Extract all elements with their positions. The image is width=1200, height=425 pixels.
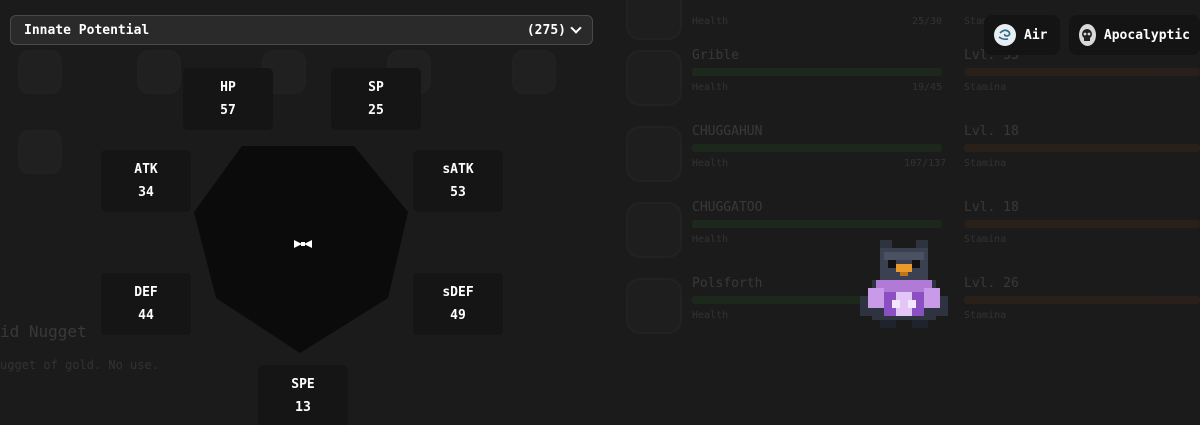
stat-value: 34 [138,185,154,200]
stamina-bar [964,144,1200,152]
skull-icon [1079,24,1096,46]
stat-atk: ATK 34 [101,150,191,212]
stat-value: 13 [295,400,311,415]
health-bar [692,144,942,152]
air-swirl-icon [994,24,1016,46]
type-label: Air [1024,27,1048,43]
health-label: Health [692,310,729,321]
party-name: Polsforth [692,276,763,291]
party-name: Grible [692,48,739,63]
party-avatar [626,202,682,258]
stat-label: SP [368,80,384,95]
radar-shape [194,146,408,353]
health-label: Health [692,158,729,169]
health-bar [692,220,942,228]
stat-label: sDEF [442,285,474,300]
party-row: CHUGGAHUN Lvl. 18 Health 107/137 Stamina [622,120,1200,190]
type-label: Apocalyptic [1103,27,1190,43]
stat-satk: sATK 53 [413,150,503,212]
type-badge-apocalyptic[interactable]: Apocalyptic [1069,15,1200,55]
stat-spe: SPE 13 [258,365,348,425]
stat-sdef: sDEF 49 [413,273,503,335]
stamina-label: Stamina [964,82,1007,93]
party-avatar [626,0,682,40]
party-name: CHUGGAHUN [692,124,763,139]
type-badge-air[interactable]: Air [984,15,1060,55]
stat-label: HP [220,80,236,95]
health-value: 19/45 [912,82,943,93]
stamina-label: Stamina [964,158,1007,169]
party-name: CHUGGATOO [692,200,763,215]
party-level: Lvl. 26 [964,276,1019,291]
party-avatar [626,50,682,106]
stat-radar-chart [194,146,408,353]
party-level: Lvl. 18 [964,124,1019,139]
stat-value: 53 [450,185,466,200]
health-value: 25/30 [912,16,943,27]
stat-value: 44 [138,308,154,323]
stamina-bar [964,220,1200,228]
party-avatar [626,278,682,334]
stat-label: SPE [291,377,315,392]
stat-value: 49 [450,308,466,323]
stat-value: 57 [220,103,236,118]
health-bar [692,68,942,76]
stamina-bar [964,296,1200,304]
health-label: Health [692,82,729,93]
party-level: Lvl. 18 [964,200,1019,215]
health-value: 107/137 [904,158,947,169]
stat-value: 25 [368,103,384,118]
party-avatar [626,126,682,182]
stat-label: DEF [134,285,158,300]
stamina-bar [964,68,1200,76]
health-label: Health [692,234,729,245]
creature-sprite [860,240,948,328]
stat-label: sATK [442,162,474,177]
stat-sp: SP 25 [331,68,421,130]
stat-label: ATK [134,162,158,177]
stat-hp: HP 57 [183,68,273,130]
stamina-label: Stamina [964,234,1007,245]
stamina-label: Stamina [964,310,1007,321]
health-label: Health [692,16,729,27]
stat-def: DEF 44 [101,273,191,335]
